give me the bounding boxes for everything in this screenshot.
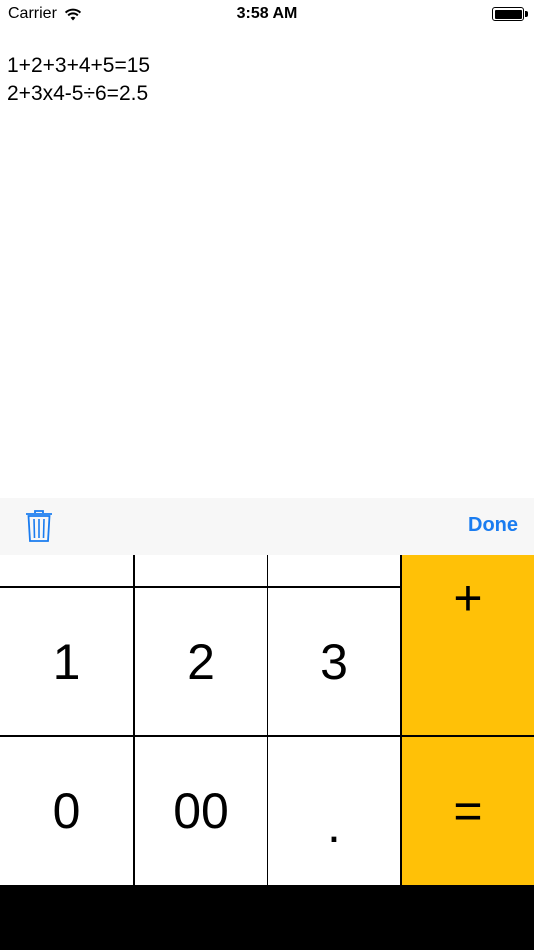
key-2[interactable]: 2 <box>135 588 267 735</box>
key-label: 2 <box>187 633 215 690</box>
key-plus[interactable]: + <box>402 555 534 735</box>
key-label: 0 <box>52 783 81 839</box>
trash-icon[interactable] <box>22 508 56 544</box>
expression-line: 2+3x4-5÷6=2.5 <box>7 82 149 105</box>
key-label: = <box>453 783 483 839</box>
key-3[interactable]: 3 <box>268 588 400 735</box>
key-label: . <box>327 797 341 853</box>
battery-icon <box>492 7 524 21</box>
calculator-keypad: 1 2 3 + 0 00 . = <box>0 555 534 885</box>
status-bar: Carrier 3:58 AM <box>0 0 534 28</box>
keyboard-toolbar: Done <box>0 498 534 555</box>
key-equals[interactable]: = <box>402 737 534 885</box>
key-label: + <box>453 570 483 626</box>
key-label: 1 <box>52 633 81 690</box>
key-1[interactable]: 1 <box>0 588 133 735</box>
done-button[interactable]: Done <box>468 514 518 537</box>
key-decimal[interactable]: . <box>268 737 400 885</box>
expression-text-area[interactable]: 1+2+3+4+5=15 2+3x4-5÷6=2.5 <box>0 28 534 498</box>
key-partial-1[interactable] <box>0 555 133 586</box>
key-partial-3[interactable] <box>268 555 400 586</box>
key-partial-2[interactable] <box>135 555 267 586</box>
status-time: 3:58 AM <box>236 5 298 22</box>
battery-tip <box>525 11 528 17</box>
key-00[interactable]: 00 <box>135 737 267 885</box>
battery-level <box>494 9 522 19</box>
expression-line: 1+2+3+4+5=15 <box>7 54 151 77</box>
key-0[interactable]: 0 <box>0 737 133 885</box>
key-label: 3 <box>320 633 348 690</box>
bottom-bar <box>0 885 534 950</box>
key-label: 00 <box>173 783 229 839</box>
